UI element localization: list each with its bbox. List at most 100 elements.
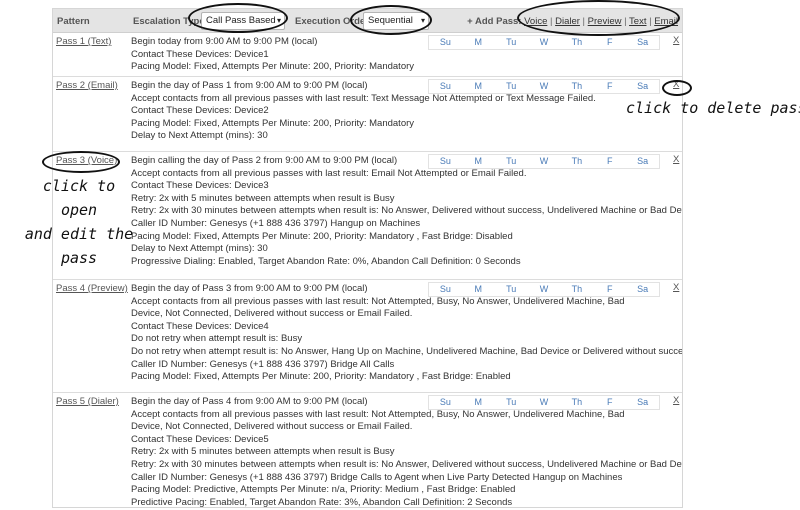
day-thursday: Th	[571, 284, 583, 294]
pass-detail-line: Caller ID Number: Genesys (+1 888 436 37…	[131, 217, 421, 229]
day-friday: F	[606, 284, 613, 294]
day-thursday: Th	[571, 37, 583, 47]
pass-detail-line: Pacing Model: Fixed, Attempts Per Minute…	[131, 230, 513, 242]
delete-pass-annotation: click to delete pass	[626, 99, 800, 117]
day-tuesday: Tu	[506, 37, 517, 47]
annotation-line: and edit the	[24, 225, 134, 243]
day-friday: F	[606, 397, 613, 407]
pass-details: Begin the day of Pass 4 from 9:00 AM to …	[131, 396, 683, 508]
day-sunday: Su	[439, 284, 451, 294]
days-of-week: Su M Tu W Th F Sa	[428, 35, 660, 50]
day-wednesday: W	[539, 37, 549, 47]
day-friday: F	[606, 81, 613, 91]
pass-link[interactable]: Pass 1 (Text)	[56, 36, 111, 47]
pass-detail-line: Retry: 2x with 5 minutes between attempt…	[131, 446, 395, 458]
days-of-week: Su M Tu W Th F Sa	[428, 282, 660, 297]
days-of-week: Su M Tu W Th F Sa	[428, 79, 660, 94]
day-saturday: Sa	[637, 284, 649, 294]
annotation-line: click to open	[42, 177, 116, 219]
delete-pass-button[interactable]: X	[673, 154, 679, 165]
pass-details: Begin the day of Pass 1 from 9:00 AM to …	[131, 80, 596, 143]
pass-detail-line: Contact These Devices: Device2	[131, 105, 269, 117]
pass-detail-line: Begin the day of Pass 1 from 9:00 AM to …	[131, 80, 368, 91]
day-sunday: Su	[439, 37, 451, 47]
day-friday: F	[606, 37, 613, 47]
day-wednesday: W	[539, 397, 549, 407]
pass-detail-line: Pacing Model: Fixed, Attempts Per Minute…	[131, 61, 415, 73]
pass-detail-line: Retry: 2x with 30 minutes between attemp…	[131, 205, 683, 217]
pass-row: Pass 1 (Text) Begin today from 9:00 AM t…	[53, 33, 682, 77]
pass-detail-line: Accept contacts from all previous passes…	[131, 167, 527, 179]
day-friday: F	[606, 156, 613, 166]
pass-detail-line: Contact These Devices: Device4	[131, 320, 269, 332]
day-monday: M	[474, 156, 483, 166]
day-tuesday: Tu	[506, 81, 517, 91]
pass-detail-line: Caller ID Number: Genesys (+1 888 436 37…	[131, 358, 395, 370]
pass-details: Begin today from 9:00 AM to 9:00 PM (loc…	[131, 36, 431, 74]
pass-row: Pass 3 (Voice) Begin calling the day of …	[53, 152, 682, 280]
day-thursday: Th	[571, 81, 583, 91]
day-monday: M	[474, 284, 483, 294]
pass-detail-line: Pacing Model: Fixed, Attempts Per Minute…	[131, 371, 511, 383]
day-monday: M	[474, 37, 483, 47]
pattern-column-label: Pattern	[57, 16, 90, 27]
pass-detail-line: Begin the day of Pass 4 from 9:00 AM to …	[131, 396, 368, 407]
pass-detail-line: Contact These Devices: Device5	[131, 433, 269, 445]
day-wednesday: W	[539, 81, 549, 91]
day-saturday: Sa	[637, 37, 649, 47]
pass-detail-line: Retry: 2x with 5 minutes between attempt…	[131, 192, 395, 204]
day-sunday: Su	[439, 156, 451, 166]
day-wednesday: W	[539, 284, 549, 294]
pass-link[interactable]: Pass 5 (Dialer)	[56, 396, 119, 407]
pass-detail-line: Begin today from 9:00 AM to 9:00 PM (loc…	[131, 36, 318, 47]
delete-pass-button[interactable]: X	[673, 395, 679, 406]
pass-row: Pass 2 (Email) Begin the day of Pass 1 f…	[53, 77, 682, 152]
pass-link[interactable]: Pass 2 (Email)	[56, 80, 118, 91]
pass-detail-line: Predictive Pacing: Enabled, Target Aband…	[131, 496, 513, 508]
day-saturday: Sa	[637, 397, 649, 407]
delete-highlight-circle	[662, 80, 692, 96]
pass-details: Begin calling the day of Pass 2 from 9:0…	[131, 155, 683, 268]
escalation-type-highlight-circle	[188, 3, 288, 33]
pass-detail-line: Begin calling the day of Pass 2 from 9:0…	[131, 155, 398, 166]
day-thursday: Th	[571, 397, 583, 407]
day-tuesday: Tu	[506, 156, 517, 166]
pass-detail-line: Accept contacts from all previous passes…	[131, 295, 625, 320]
pass-detail-line: Delay to Next Attempt (mins): 30	[131, 130, 268, 142]
day-thursday: Th	[571, 156, 583, 166]
pass-detail-line: Retry: 2x with 30 minutes between attemp…	[131, 458, 683, 470]
open-pass-annotation: click to open and edit the pass	[24, 174, 134, 270]
call-pattern-panel: Pattern Escalation Type Call Pass Based …	[52, 8, 683, 508]
day-saturday: Sa	[637, 81, 649, 91]
pass-detail-line: Do not retry when attempt result is: Bus…	[131, 333, 303, 345]
pass-detail-line: Accept contacts from all previous passes…	[131, 92, 596, 104]
pass-link-highlight-circle	[42, 151, 120, 173]
day-saturday: Sa	[637, 156, 649, 166]
pass-detail-line: Contact These Devices: Device1	[131, 48, 269, 60]
days-of-week: Su M Tu W Th F Sa	[428, 395, 660, 410]
day-tuesday: Tu	[506, 397, 517, 407]
annotation-line: pass	[60, 249, 98, 267]
pass-detail-line: Do not retry when attempt result is: No …	[131, 345, 683, 357]
add-pass-highlight-circle	[517, 0, 680, 36]
pass-row: Pass 4 (Preview) Begin the day of Pass 3…	[53, 280, 682, 393]
day-sunday: Su	[439, 81, 451, 91]
pass-row: Pass 5 (Dialer) Begin the day of Pass 4 …	[53, 393, 683, 508]
pass-detail-line: Contact These Devices: Device3	[131, 180, 269, 192]
delete-pass-button[interactable]: X	[673, 282, 679, 293]
day-tuesday: Tu	[506, 284, 517, 294]
pass-detail-line: Pacing Model: Predictive, Attempts Per M…	[131, 484, 516, 496]
pass-detail-line: Begin the day of Pass 3 from 9:00 AM to …	[131, 283, 368, 294]
delete-pass-button[interactable]: X	[673, 35, 679, 46]
pass-detail-line: Delay to Next Attempt (mins): 30	[131, 243, 268, 255]
pass-link[interactable]: Pass 4 (Preview)	[56, 283, 128, 294]
pass-detail-line: Accept contacts from all previous passes…	[131, 408, 625, 433]
day-wednesday: W	[539, 156, 549, 166]
day-sunday: Su	[439, 397, 451, 407]
day-monday: M	[474, 81, 483, 91]
days-of-week: Su M Tu W Th F Sa	[428, 154, 660, 169]
pass-details: Begin the day of Pass 3 from 9:00 AM to …	[131, 283, 683, 384]
day-monday: M	[474, 397, 483, 407]
add-pass-label: + Add Pass:	[467, 16, 522, 27]
pass-detail-line: Caller ID Number: Genesys (+1 888 436 37…	[131, 471, 623, 483]
